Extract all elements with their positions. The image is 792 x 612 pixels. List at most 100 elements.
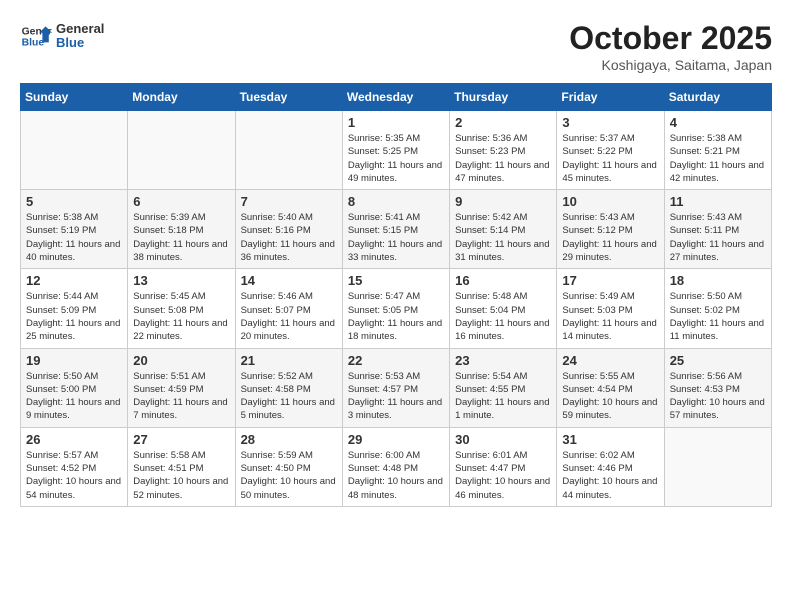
calendar-cell: 12 Sunrise: 5:44 AM Sunset: 5:09 PM Dayli…: [21, 269, 128, 348]
weekday-header-saturday: Saturday: [664, 84, 771, 111]
day-number: 12: [26, 273, 122, 288]
day-info: Sunrise: 5:50 AM Sunset: 5:02 PM Dayligh…: [670, 290, 766, 343]
day-number: 3: [562, 115, 658, 130]
weekday-header-sunday: Sunday: [21, 84, 128, 111]
day-number: 9: [455, 194, 551, 209]
day-info: Sunrise: 5:39 AM Sunset: 5:18 PM Dayligh…: [133, 211, 229, 264]
logo-blue: Blue: [56, 36, 104, 50]
weekday-header-monday: Monday: [128, 84, 235, 111]
calendar-cell: 6 Sunrise: 5:39 AM Sunset: 5:18 PM Daylig…: [128, 190, 235, 269]
day-info: Sunrise: 5:45 AM Sunset: 5:08 PM Dayligh…: [133, 290, 229, 343]
day-number: 13: [133, 273, 229, 288]
logo-general: General: [56, 22, 104, 36]
location: Koshigaya, Saitama, Japan: [569, 57, 772, 73]
day-info: Sunrise: 5:54 AM Sunset: 4:55 PM Dayligh…: [455, 370, 551, 423]
day-info: Sunrise: 5:35 AM Sunset: 5:25 PM Dayligh…: [348, 132, 444, 185]
calendar-cell: 24 Sunrise: 5:55 AM Sunset: 4:54 PM Dayli…: [557, 348, 664, 427]
day-info: Sunrise: 6:01 AM Sunset: 4:47 PM Dayligh…: [455, 449, 551, 502]
day-number: 27: [133, 432, 229, 447]
weekday-header-friday: Friday: [557, 84, 664, 111]
calendar-cell: 16 Sunrise: 5:48 AM Sunset: 5:04 PM Dayli…: [450, 269, 557, 348]
day-info: Sunrise: 5:59 AM Sunset: 4:50 PM Dayligh…: [241, 449, 337, 502]
day-number: 23: [455, 353, 551, 368]
calendar-cell: 7Sunrise: 5:40 AM Sunset: 5:16 PM Daylig…: [235, 190, 342, 269]
day-number: 1: [348, 115, 444, 130]
day-number: 21: [241, 353, 337, 368]
day-info: Sunrise: 5:55 AM Sunset: 4:54 PM Dayligh…: [562, 370, 658, 423]
week-row-2: 5Sunrise: 5:38 AM Sunset: 5:19 PM Daylig…: [21, 190, 772, 269]
day-info: Sunrise: 5:53 AM Sunset: 4:57 PM Dayligh…: [348, 370, 444, 423]
day-number: 29: [348, 432, 444, 447]
day-info: Sunrise: 5:43 AM Sunset: 5:12 PM Dayligh…: [562, 211, 658, 264]
week-row-1: 1 Sunrise: 5:35 AM Sunset: 5:25 PM Daylig…: [21, 111, 772, 190]
calendar-cell: 14Sunrise: 5:46 AM Sunset: 5:07 PM Dayli…: [235, 269, 342, 348]
day-number: 18: [670, 273, 766, 288]
calendar-cell: 18 Sunrise: 5:50 AM Sunset: 5:02 PM Dayli…: [664, 269, 771, 348]
day-number: 8: [348, 194, 444, 209]
calendar-cell: 23 Sunrise: 5:54 AM Sunset: 4:55 PM Dayli…: [450, 348, 557, 427]
week-row-5: 26 Sunrise: 5:57 AM Sunset: 4:52 PM Dayli…: [21, 427, 772, 506]
day-number: 24: [562, 353, 658, 368]
title-block: October 2025 Koshigaya, Saitama, Japan: [569, 20, 772, 73]
calendar-cell: 28Sunrise: 5:59 AM Sunset: 4:50 PM Dayli…: [235, 427, 342, 506]
day-number: 25: [670, 353, 766, 368]
calendar-cell: 25 Sunrise: 5:56 AM Sunset: 4:53 PM Dayli…: [664, 348, 771, 427]
day-info: Sunrise: 5:36 AM Sunset: 5:23 PM Dayligh…: [455, 132, 551, 185]
day-info: Sunrise: 5:52 AM Sunset: 4:58 PM Dayligh…: [241, 370, 337, 423]
calendar-cell: 10Sunrise: 5:43 AM Sunset: 5:12 PM Dayli…: [557, 190, 664, 269]
weekday-header-thursday: Thursday: [450, 84, 557, 111]
day-number: 11: [670, 194, 766, 209]
logo-icon: General Blue: [20, 20, 52, 52]
day-number: 20: [133, 353, 229, 368]
day-number: 30: [455, 432, 551, 447]
calendar-cell: 15 Sunrise: 5:47 AM Sunset: 5:05 PM Dayli…: [342, 269, 449, 348]
calendar-cell: 1 Sunrise: 5:35 AM Sunset: 5:25 PM Daylig…: [342, 111, 449, 190]
calendar-cell: [21, 111, 128, 190]
day-number: 19: [26, 353, 122, 368]
day-number: 31: [562, 432, 658, 447]
calendar-cell: 27 Sunrise: 5:58 AM Sunset: 4:51 PM Dayli…: [128, 427, 235, 506]
day-info: Sunrise: 5:48 AM Sunset: 5:04 PM Dayligh…: [455, 290, 551, 343]
day-info: Sunrise: 5:56 AM Sunset: 4:53 PM Dayligh…: [670, 370, 766, 423]
calendar-cell: 5Sunrise: 5:38 AM Sunset: 5:19 PM Daylig…: [21, 190, 128, 269]
weekday-header-tuesday: Tuesday: [235, 84, 342, 111]
day-number: 14: [241, 273, 337, 288]
day-number: 15: [348, 273, 444, 288]
week-row-3: 12 Sunrise: 5:44 AM Sunset: 5:09 PM Dayli…: [21, 269, 772, 348]
day-number: 2: [455, 115, 551, 130]
day-info: Sunrise: 5:41 AM Sunset: 5:15 PM Dayligh…: [348, 211, 444, 264]
day-number: 16: [455, 273, 551, 288]
day-info: Sunrise: 5:51 AM Sunset: 4:59 PM Dayligh…: [133, 370, 229, 423]
day-info: Sunrise: 5:58 AM Sunset: 4:51 PM Dayligh…: [133, 449, 229, 502]
calendar-cell: [128, 111, 235, 190]
calendar-cell: 29 Sunrise: 6:00 AM Sunset: 4:48 PM Dayli…: [342, 427, 449, 506]
weekday-header-wednesday: Wednesday: [342, 84, 449, 111]
day-info: Sunrise: 5:49 AM Sunset: 5:03 PM Dayligh…: [562, 290, 658, 343]
day-info: Sunrise: 6:02 AM Sunset: 4:46 PM Dayligh…: [562, 449, 658, 502]
day-info: Sunrise: 5:44 AM Sunset: 5:09 PM Dayligh…: [26, 290, 122, 343]
day-info: Sunrise: 6:00 AM Sunset: 4:48 PM Dayligh…: [348, 449, 444, 502]
calendar-cell: 3Sunrise: 5:37 AM Sunset: 5:22 PM Daylig…: [557, 111, 664, 190]
day-number: 6: [133, 194, 229, 209]
day-info: Sunrise: 5:57 AM Sunset: 4:52 PM Dayligh…: [26, 449, 122, 502]
month-title: October 2025: [569, 20, 772, 57]
page-header: General Blue General Blue October 2025 K…: [20, 20, 772, 73]
calendar-cell: [235, 111, 342, 190]
calendar-cell: 30 Sunrise: 6:01 AM Sunset: 4:47 PM Dayli…: [450, 427, 557, 506]
calendar-cell: 2 Sunrise: 5:36 AM Sunset: 5:23 PM Daylig…: [450, 111, 557, 190]
day-number: 26: [26, 432, 122, 447]
day-info: Sunrise: 5:50 AM Sunset: 5:00 PM Dayligh…: [26, 370, 122, 423]
calendar-cell: 26 Sunrise: 5:57 AM Sunset: 4:52 PM Dayli…: [21, 427, 128, 506]
calendar-cell: 19 Sunrise: 5:50 AM Sunset: 5:00 PM Dayli…: [21, 348, 128, 427]
calendar-cell: 31 Sunrise: 6:02 AM Sunset: 4:46 PM Dayli…: [557, 427, 664, 506]
calendar-cell: 4Sunrise: 5:38 AM Sunset: 5:21 PM Daylig…: [664, 111, 771, 190]
day-number: 22: [348, 353, 444, 368]
calendar-cell: 17Sunrise: 5:49 AM Sunset: 5:03 PM Dayli…: [557, 269, 664, 348]
calendar-cell: 8 Sunrise: 5:41 AM Sunset: 5:15 PM Daylig…: [342, 190, 449, 269]
logo: General Blue General Blue: [20, 20, 104, 52]
day-info: Sunrise: 5:40 AM Sunset: 5:16 PM Dayligh…: [241, 211, 337, 264]
calendar-cell: 9Sunrise: 5:42 AM Sunset: 5:14 PM Daylig…: [450, 190, 557, 269]
day-info: Sunrise: 5:47 AM Sunset: 5:05 PM Dayligh…: [348, 290, 444, 343]
calendar-cell: 20 Sunrise: 5:51 AM Sunset: 4:59 PM Dayli…: [128, 348, 235, 427]
day-number: 5: [26, 194, 122, 209]
